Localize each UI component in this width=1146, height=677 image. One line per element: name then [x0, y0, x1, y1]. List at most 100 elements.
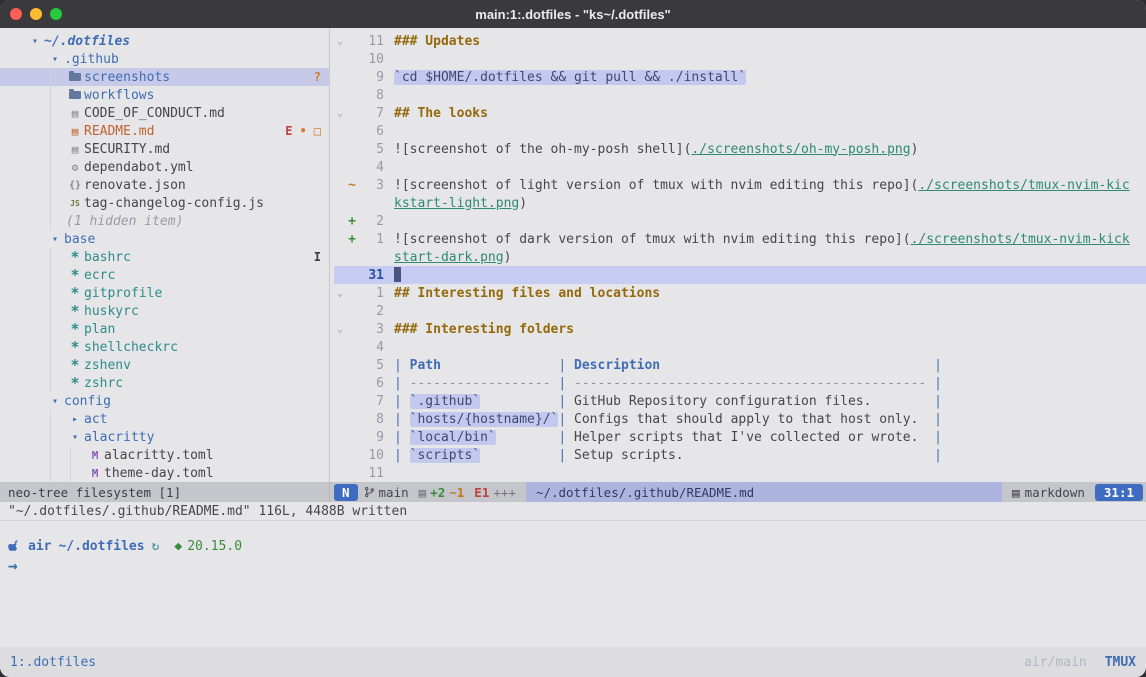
editor-line-2[interactable]: +2	[334, 212, 1146, 230]
tree-item-renovate-json[interactable]: {}renovate.json	[0, 176, 329, 194]
toml-icon: M	[86, 467, 104, 480]
indent-guide	[50, 158, 51, 176]
tree-item-shellcheckrc[interactable]: *shellcheckrc	[0, 338, 329, 356]
editor-line-4[interactable]: 4	[334, 158, 1146, 176]
tree-item-alacritty-toml[interactable]: Malacritty.toml	[0, 446, 329, 464]
editor-line-wrap[interactable]: start-dark.png)	[334, 248, 1146, 266]
editor-line-10[interactable]: 10	[334, 50, 1146, 68]
tree-item-badges: ?	[314, 70, 321, 84]
editor-line-3[interactable]: ⌄ 3### Interesting folders	[334, 320, 1146, 338]
fold-chevron-icon[interactable]: ⌄	[334, 288, 346, 299]
tree-item-code-of-conduct-md[interactable]: ▤CODE_OF_CONDUCT.md	[0, 104, 329, 122]
line-number: 9	[358, 430, 394, 445]
editor-panel[interactable]: ⌄11### Updates109`cd $HOME/.dotfiles && …	[330, 28, 1146, 482]
editor-line-5[interactable]: 5![screenshot of the oh-my-posh shell](.…	[334, 140, 1146, 158]
line-text: start-dark.png)	[394, 250, 1146, 265]
chevron-down-icon: ▾	[46, 396, 64, 407]
editor-line-1[interactable]: ⌄1## Interesting files and locations	[334, 284, 1146, 302]
indent-guide	[50, 428, 51, 446]
shell-pane[interactable]: air ~/.dotfiles ↻ ◆20.15.0 →	[0, 520, 1146, 647]
editor-line-1[interactable]: +1![screenshot of dark version of tmux w…	[334, 230, 1146, 248]
tree-item-config[interactable]: ▾config	[0, 392, 329, 410]
minimize-button[interactable]	[30, 8, 42, 20]
folder-icon	[66, 73, 84, 81]
editor-line-6[interactable]: 6| ------------------ | ----------------…	[334, 374, 1146, 392]
editor-line-9[interactable]: 9`cd $HOME/.dotfiles && git pull && ./in…	[334, 68, 1146, 86]
fold-chevron-icon[interactable]: ⌄	[334, 324, 346, 335]
tree-item-huskyrc[interactable]: *huskyrc	[0, 302, 329, 320]
editor-line-31[interactable]: 31	[334, 266, 1146, 284]
tree-item-base[interactable]: ▾base	[0, 230, 329, 248]
tree-item-label: config	[64, 394, 111, 409]
tree-item-screenshots[interactable]: screenshots?	[0, 68, 329, 86]
line-number: 4	[358, 340, 394, 355]
line-number: 6	[358, 376, 394, 391]
zoom-button[interactable]	[50, 8, 62, 20]
shell-file-icon: *	[66, 270, 84, 280]
diff-icon: ▤	[419, 485, 427, 500]
chevron-down-icon: ▾	[26, 36, 44, 47]
line-number: 11	[358, 466, 394, 481]
text-cursor	[394, 267, 401, 282]
tree-item-dotfiles[interactable]: ▾~/.dotfiles	[0, 32, 329, 50]
indent-guide	[50, 320, 51, 338]
shell-input-line[interactable]: →	[8, 556, 1138, 574]
editor-line-wrap[interactable]: kstart-light.png)	[334, 194, 1146, 212]
editor-line-2[interactable]: 2	[334, 302, 1146, 320]
editor-line-5[interactable]: 5| Path | Description |	[334, 356, 1146, 374]
tree-item-label: dependabot.yml	[84, 160, 194, 175]
tree-item-readme-md[interactable]: ▤README.mdE•□	[0, 122, 329, 140]
fold-chevron-icon[interactable]: ⌄	[334, 36, 346, 47]
tree-item-github[interactable]: ▾.github	[0, 50, 329, 68]
git-diff-stats: ▤ +2 ~1	[419, 485, 465, 500]
editor-line-4[interactable]: 4	[334, 338, 1146, 356]
tmux-status-bar: 1:.dotfiles air/main TMUX	[0, 647, 1146, 677]
editor-line-8[interactable]: 8	[334, 86, 1146, 104]
tree-item-zshenv[interactable]: *zshenv	[0, 356, 329, 374]
tree-item-label: .github	[64, 52, 119, 67]
tmux-window-tab[interactable]: 1:.dotfiles	[10, 655, 96, 670]
line-text: ### Interesting folders	[394, 322, 1146, 337]
line-number: 3	[358, 322, 394, 337]
tree-item-bashrc[interactable]: *bashrcI	[0, 248, 329, 266]
tree-item-1-hidden-item[interactable]: (1 hidden item)	[0, 212, 329, 230]
indent-guide	[50, 374, 51, 392]
tree-item-theme-day-toml[interactable]: Mtheme-day.toml	[0, 464, 329, 482]
indent-guide	[50, 302, 51, 320]
editor-line-10[interactable]: 10| `scripts` | Setup scripts. |	[334, 446, 1146, 464]
shell-file-icon: *	[66, 306, 84, 316]
editor-line-9[interactable]: 9| `local/bin` | Helper scripts that I'v…	[334, 428, 1146, 446]
tree-item-label: README.md	[84, 124, 154, 139]
tree-item-ecrc[interactable]: *ecrc	[0, 266, 329, 284]
tree-item-tag-changelog-config-js[interactable]: JStag-changelog-config.js	[0, 194, 329, 212]
tree-item-dependabot-yml[interactable]: ⚙dependabot.yml	[0, 158, 329, 176]
fold-chevron-icon[interactable]: ⌄	[334, 108, 346, 119]
prompt-arrow-icon: →	[8, 556, 18, 575]
editor-line-8[interactable]: 8| `hosts/{hostname}/`| Configs that sho…	[334, 410, 1146, 428]
git-sign-added: +	[346, 214, 358, 229]
status-badge: ?	[314, 70, 321, 84]
tree-item-alacritty[interactable]: ▾alacritty	[0, 428, 329, 446]
tree-item-plan[interactable]: *plan	[0, 320, 329, 338]
editor-line-7[interactable]: ⌄7## The looks	[334, 104, 1146, 122]
tree-item-zshrc[interactable]: *zshrc	[0, 374, 329, 392]
tree-item-workflows[interactable]: workflows	[0, 86, 329, 104]
tree-item-security-md[interactable]: ▤SECURITY.md	[0, 140, 329, 158]
line-number: 1	[358, 232, 394, 247]
editor-line-3[interactable]: ~3![screenshot of light version of tmux …	[334, 176, 1146, 194]
editor-line-7[interactable]: 7| `.github` | GitHub Repository configu…	[334, 392, 1146, 410]
git-branch-icon	[364, 486, 375, 498]
refresh-icon: ↻	[152, 539, 160, 554]
tree-item-act[interactable]: ▸act	[0, 410, 329, 428]
editor-line-6[interactable]: 6	[334, 122, 1146, 140]
editor-line-11[interactable]: ⌄11### Updates	[334, 32, 1146, 50]
line-number: 5	[358, 142, 394, 157]
tree-item-label: shellcheckrc	[84, 340, 178, 355]
line-number: 2	[358, 304, 394, 319]
editor-line-11[interactable]: 11	[334, 464, 1146, 482]
close-button[interactable]	[10, 8, 22, 20]
tree-item-label: base	[64, 232, 95, 247]
line-text: ![screenshot of dark version of tmux wit…	[394, 232, 1146, 247]
tree-item-gitprofile[interactable]: *gitprofile	[0, 284, 329, 302]
status-row: neo-tree filesystem [1] N main ▤ +2 ~1 E…	[0, 482, 1146, 502]
